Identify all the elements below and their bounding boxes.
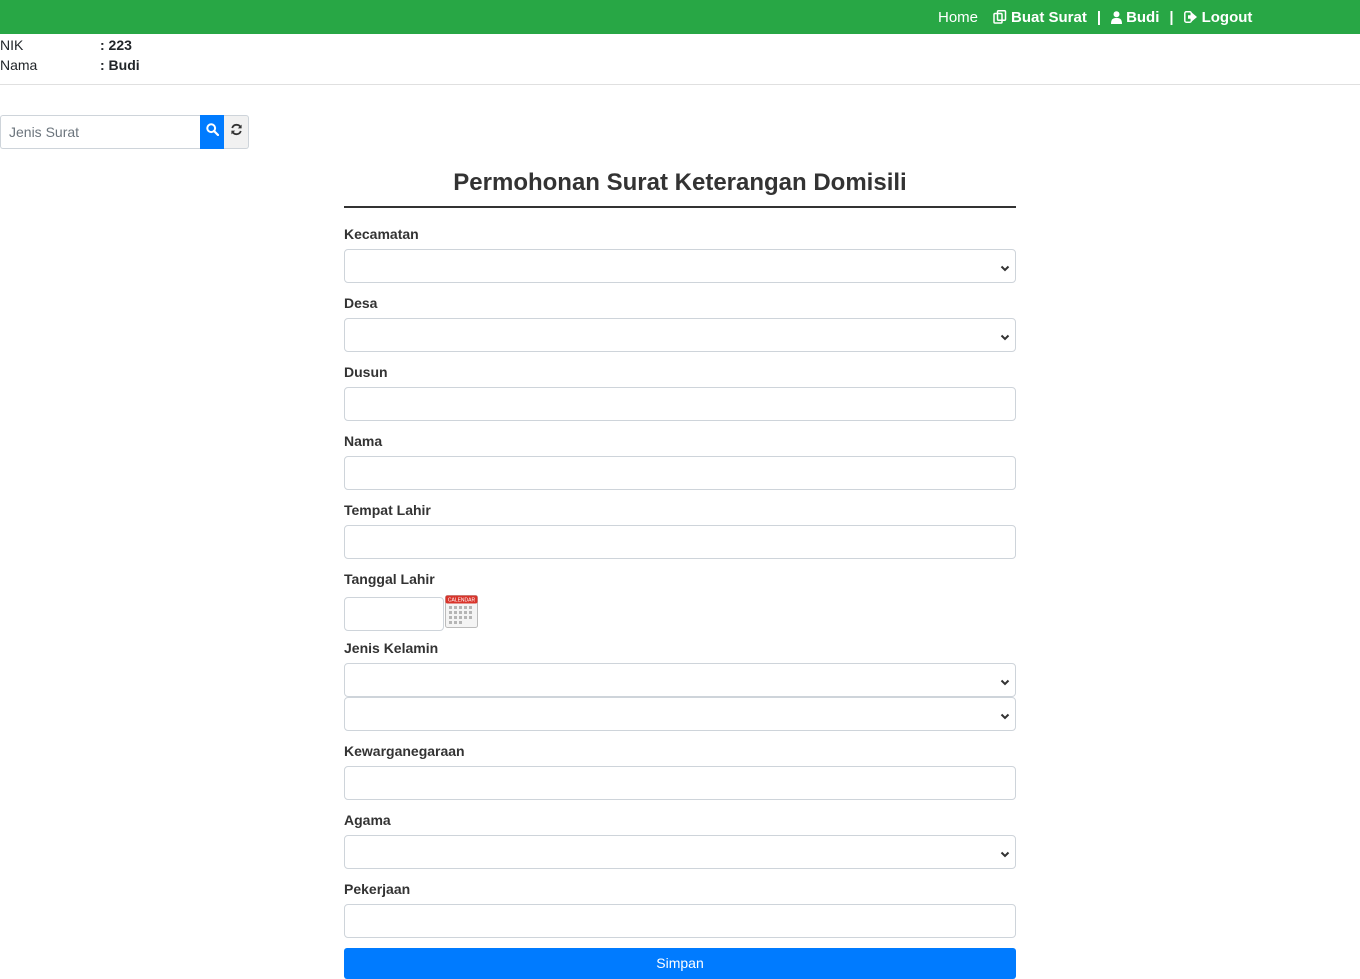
nav-user-link[interactable]: Budi bbox=[1111, 9, 1159, 26]
nama-input[interactable] bbox=[344, 456, 1016, 490]
desa-label: Desa bbox=[344, 295, 378, 311]
dusun-label: Dusun bbox=[344, 364, 388, 380]
jenis-kelamin-group: Jenis Kelamin bbox=[344, 640, 1016, 731]
date-picker: CALENDAR bbox=[344, 594, 1016, 634]
nav-user-label: Budi bbox=[1126, 8, 1160, 26]
tanggal-lahir-label: Tanggal Lahir bbox=[344, 571, 435, 587]
kecamatan-group: Kecamatan bbox=[344, 226, 1016, 283]
header-divider bbox=[0, 84, 1360, 85]
search-button[interactable] bbox=[200, 115, 224, 149]
desa-select[interactable] bbox=[344, 318, 1016, 352]
chevron-down-icon bbox=[999, 847, 1011, 865]
pekerjaan-input[interactable] bbox=[344, 904, 1016, 938]
refresh-icon bbox=[230, 123, 243, 141]
calendar-icon[interactable]: CALENDAR bbox=[444, 594, 479, 634]
desa-group: Desa bbox=[344, 295, 1016, 352]
nik-row: NIK : 223 bbox=[0, 35, 140, 55]
search-input[interactable] bbox=[0, 115, 200, 149]
nama-group: Nama bbox=[344, 433, 1016, 490]
agama-group: Agama bbox=[344, 812, 1016, 869]
user-icon bbox=[1111, 10, 1123, 24]
pekerjaan-group: Pekerjaan bbox=[344, 881, 1016, 938]
kewarganegaraan-input[interactable] bbox=[344, 766, 1016, 800]
jenis-kelamin-select-2[interactable] bbox=[344, 697, 1016, 731]
nik-value: : 223 bbox=[100, 37, 132, 53]
agama-select[interactable] bbox=[344, 835, 1016, 869]
nav-buat-surat-link[interactable]: Buat Surat bbox=[993, 9, 1087, 26]
nav-items: Home Buat Surat | Budi | Logout bbox=[938, 0, 1252, 34]
nav-home-link[interactable]: Home bbox=[938, 9, 978, 26]
kecamatan-select[interactable] bbox=[344, 249, 1016, 283]
form-title: Permohonan Surat Keterangan Domisili bbox=[344, 166, 1016, 208]
nav-separator: | bbox=[1096, 8, 1102, 26]
kewarganegaraan-group: Kewarganegaraan bbox=[344, 743, 1016, 800]
agama-label: Agama bbox=[344, 812, 391, 828]
domisili-form: Permohonan Surat Keterangan Domisili Kec… bbox=[344, 166, 1016, 979]
simpan-button[interactable]: Simpan bbox=[344, 948, 1016, 979]
nama-label: Nama bbox=[0, 57, 38, 73]
kecamatan-label: Kecamatan bbox=[344, 226, 419, 242]
sign-out-icon bbox=[1183, 11, 1198, 23]
jenis-kelamin-select[interactable] bbox=[344, 663, 1016, 697]
refresh-button[interactable] bbox=[224, 115, 249, 149]
search-icon bbox=[205, 123, 219, 141]
dusun-group: Dusun bbox=[344, 364, 1016, 421]
tanggal-lahir-input[interactable] bbox=[344, 597, 444, 631]
tempat-lahir-label: Tempat Lahir bbox=[344, 502, 431, 518]
chevron-down-icon bbox=[999, 709, 1011, 727]
top-navbar: Home Buat Surat | Budi | Logout bbox=[0, 0, 1360, 34]
user-info: NIK : 223 Nama : Budi bbox=[0, 35, 140, 75]
nik-label: NIK bbox=[0, 37, 24, 53]
search-group bbox=[0, 115, 249, 149]
copy-icon bbox=[993, 10, 1007, 24]
chevron-down-icon bbox=[999, 330, 1011, 348]
nama-label: Nama bbox=[344, 433, 383, 449]
pekerjaan-label: Pekerjaan bbox=[344, 881, 411, 897]
tanggal-lahir-group: Tanggal Lahir CALENDAR bbox=[344, 571, 1016, 634]
jenis-kelamin-label: Jenis Kelamin bbox=[344, 640, 439, 656]
chevron-down-icon bbox=[999, 675, 1011, 693]
nama-value: : Budi bbox=[100, 57, 140, 73]
nama-row: Nama : Budi bbox=[0, 55, 140, 75]
nav-buat-surat-label: Buat Surat bbox=[1011, 8, 1087, 26]
chevron-down-icon bbox=[999, 261, 1011, 279]
dusun-input[interactable] bbox=[344, 387, 1016, 421]
kewarganegaraan-label: Kewarganegaraan bbox=[344, 743, 465, 759]
tempat-lahir-group: Tempat Lahir bbox=[344, 502, 1016, 559]
tempat-lahir-input[interactable] bbox=[344, 525, 1016, 559]
calendar-icon-text: CALENDAR bbox=[448, 598, 476, 604]
nav-logout-label: Logout bbox=[1201, 8, 1253, 26]
nav-separator: | bbox=[1169, 8, 1174, 26]
nav-logout-link[interactable]: Logout bbox=[1183, 8, 1253, 26]
